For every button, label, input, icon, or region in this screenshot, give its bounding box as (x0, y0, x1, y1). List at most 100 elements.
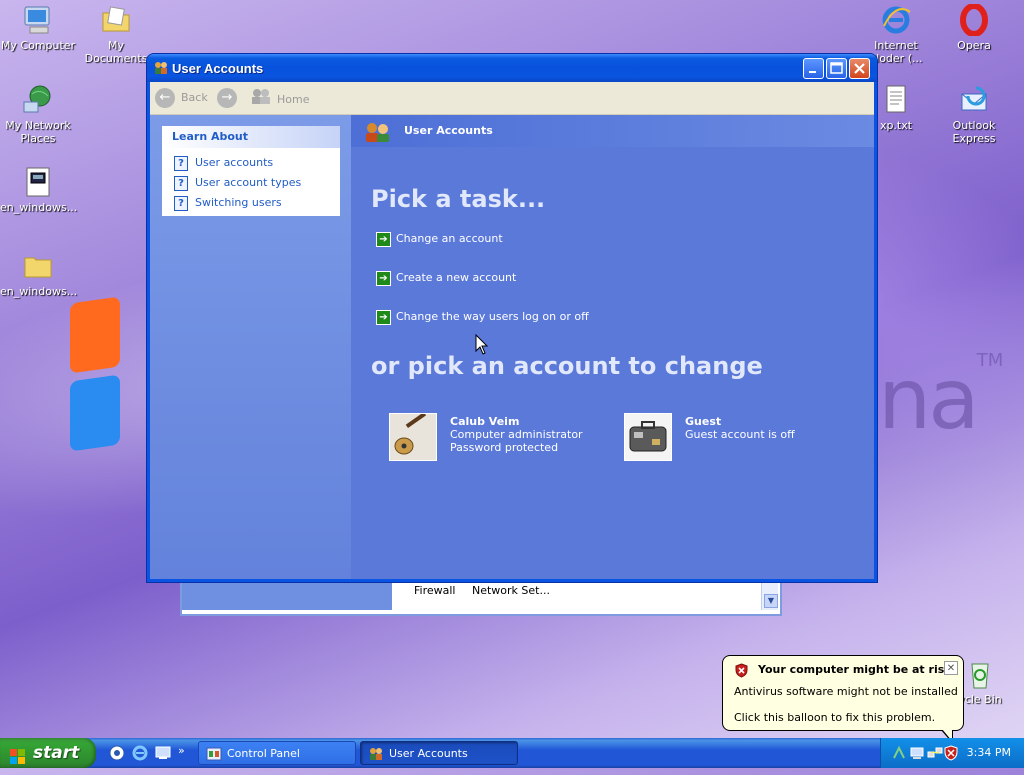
taskbar-button-label: User Accounts (389, 747, 468, 760)
outlook-express-icon (958, 84, 990, 116)
system-tray: 3:34 PM (880, 738, 1024, 768)
desktop-icon-my-network-places[interactable]: My Network Places (0, 84, 76, 145)
tray-computer-icon[interactable] (909, 745, 925, 761)
tray-network-connections-icon[interactable] (927, 745, 943, 761)
desktop-icon-label: en_windows... (0, 285, 78, 298)
help-question-icon: ? (174, 155, 188, 171)
balloon-message: Antivirus software might not be installe… (734, 685, 958, 698)
task-label: Change an account (396, 232, 503, 245)
desktop-icon-my-documents[interactable]: My Documents (78, 4, 154, 65)
internet-explorer-icon (880, 4, 912, 36)
account-guest[interactable]: Guest Guest account is off (624, 413, 824, 463)
main-pane: User Accounts Pick a task... ➔ Change an … (351, 115, 874, 579)
desktop-icon-label: My Documents (84, 39, 148, 65)
navigation-toolbar: ← Back → Home (150, 82, 874, 115)
balloon-close-button[interactable]: ✕ (944, 661, 958, 675)
link-label: User account types (195, 176, 302, 189)
scroll-down-arrow[interactable]: ▼ (764, 594, 778, 608)
taskbar-button-user-accounts[interactable]: User Accounts (360, 741, 518, 765)
account-name: Calub Veim (450, 415, 520, 428)
quicklaunch-internet-explorer-icon[interactable] (131, 744, 149, 762)
maximize-button[interactable] (826, 58, 847, 79)
account-type: Computer administrator (450, 428, 583, 441)
control-panel-icon (206, 746, 222, 762)
learn-link-switching-users[interactable]: ? Switching users (174, 195, 282, 211)
quicklaunch-expand-chevron-icon[interactable]: » (178, 744, 196, 762)
learn-about-box: Learn About ? User accounts ? User account… (162, 126, 340, 216)
network-globe-icon (22, 84, 54, 116)
list-item[interactable]: Firewall (414, 584, 455, 597)
desktop-icon-label: My Network Places (5, 119, 71, 145)
help-question-icon: ? (174, 195, 188, 211)
pick-task-heading: Pick a task... (371, 185, 546, 213)
link-label: Switching users (195, 196, 282, 209)
scrollbar[interactable]: ▼ (761, 578, 778, 610)
account-calub-veim[interactable]: Calub Veim Computer administrator Passwo… (389, 412, 589, 463)
task-label: Create a new account (396, 271, 517, 284)
taskbar: start » Control Panel User Accounts 3:34… (0, 738, 1024, 768)
desktop-icon-label: Internet Ploder (... (869, 39, 923, 65)
user-accounts-window: User Accounts ← Back → Home Learn About (147, 54, 877, 582)
account-name: Guest (685, 415, 722, 428)
desktop-icon-label: Outlook Express (952, 119, 996, 145)
forward-button[interactable]: → (217, 87, 243, 109)
security-shield-icon (734, 663, 749, 678)
balloon-action-text: Click this balloon to fix this problem. (734, 711, 936, 724)
account-password-status: Password protected (450, 441, 559, 454)
quicklaunch-media-icon[interactable] (108, 744, 126, 762)
task-change-logon[interactable]: ➔ Change the way users log on or off (376, 308, 589, 325)
tray-network-icon[interactable] (891, 745, 907, 761)
desktop-icon-label: Opera (957, 39, 991, 52)
system-clock[interactable]: 3:34 PM (967, 746, 1011, 759)
task-pane: Learn About ? User accounts ? User account… (150, 115, 351, 579)
recycle-bin-icon (964, 658, 996, 690)
task-create-account[interactable]: ➔ Create a new account (376, 269, 516, 286)
window-titlebar[interactable]: User Accounts (147, 54, 877, 82)
home-button[interactable]: Home (250, 87, 309, 109)
task-change-account[interactable]: ➔ Change an account (376, 230, 503, 247)
desktop-icon-label: en_windows... (0, 201, 78, 214)
desktop-icon-en-windows-file[interactable]: en_windows... (0, 166, 78, 214)
back-button[interactable]: ← Back (155, 87, 208, 109)
text-file-icon (880, 84, 912, 116)
close-icon (854, 63, 865, 74)
window-title: User Accounts (172, 61, 264, 76)
pane-header-title: User Accounts (404, 124, 493, 137)
back-arrow-icon: ← (155, 88, 175, 108)
setup-file-icon (22, 166, 54, 198)
start-button[interactable]: start (0, 738, 96, 768)
account-status: Guest account is off (685, 428, 795, 441)
desktop-icon-en-windows-folder[interactable]: en_windows... (0, 250, 78, 298)
green-arrow-icon: ➔ (376, 309, 391, 325)
taskbar-button-control-panel[interactable]: Control Panel (198, 741, 356, 765)
desktop-icon-opera[interactable]: Opera (936, 3, 1012, 52)
home-users-icon (250, 87, 272, 113)
close-button[interactable] (849, 58, 870, 79)
desktop-icon-label: ycle Bin (958, 693, 1002, 706)
list-item[interactable]: Network Set... (472, 584, 550, 597)
user-accounts-header-icon (363, 121, 393, 143)
desktop-icon-outlook-express[interactable]: Outlook Express (936, 84, 1012, 145)
tray-security-shield-icon[interactable] (943, 745, 959, 761)
balloon-title: Your computer might be at risk (758, 663, 952, 676)
minimize-button[interactable] (803, 58, 824, 79)
task-label: Change the way users log on or off (396, 310, 589, 323)
green-arrow-icon: ➔ (376, 270, 391, 286)
quicklaunch-show-desktop-icon[interactable] (154, 744, 172, 762)
maximize-icon (830, 62, 843, 74)
window-content: Learn About ? User accounts ? User account… (150, 115, 874, 579)
green-arrow-icon: ➔ (376, 231, 391, 247)
documents-folder-icon (100, 4, 132, 36)
control-panel-window-background[interactable]: Firewall Network Set... ▼ (180, 578, 782, 616)
desktop-icon-label: My Computer (0, 39, 76, 52)
link-label: User accounts (195, 156, 274, 169)
security-alert-balloon[interactable]: Your computer might be at risk ✕ Antivir… (722, 655, 964, 744)
opera-icon (958, 3, 990, 37)
learn-link-user-accounts[interactable]: ? User accounts (174, 155, 273, 171)
learn-link-account-types[interactable]: ? User account types (174, 175, 301, 191)
desktop-icon-my-computer[interactable]: My Computer (0, 4, 76, 52)
control-panel-side-pane (182, 578, 392, 610)
guitar-avatar-icon (389, 412, 437, 461)
forward-arrow-icon: → (217, 88, 237, 108)
learn-about-heading: Learn About (162, 126, 340, 148)
